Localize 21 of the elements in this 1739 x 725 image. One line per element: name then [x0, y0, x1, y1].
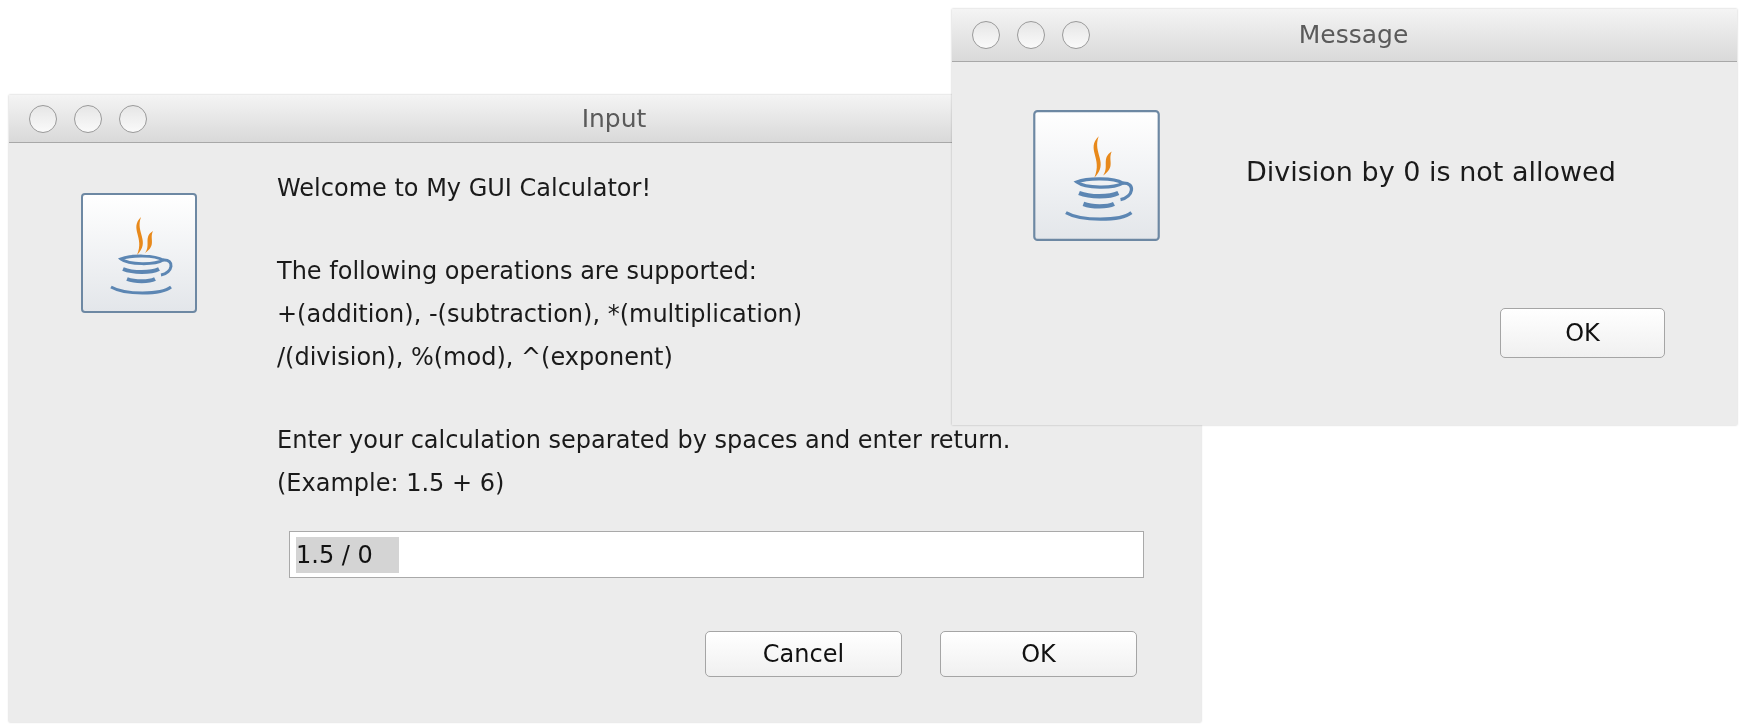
window-title: Input	[580, 102, 648, 135]
window-title: Message	[1297, 19, 1410, 52]
message-text: /(division), %(mod), ^(exponent)	[277, 342, 674, 373]
cup-icon	[81, 193, 197, 313]
message-text: +(addition), -(subtraction), *(multiplication)	[277, 299, 804, 330]
dialog-button[interactable]: OK	[940, 631, 1137, 677]
message-text: Division by 0 is not allowed	[1246, 155, 1616, 189]
message-text: (Example: 1.5 + 6)	[277, 468, 506, 499]
dialog-button[interactable]: Cancel	[705, 631, 902, 677]
window-control[interactable]	[29, 104, 57, 133]
message-text: Enter your calculation separated by spaces and enter return.	[277, 425, 1012, 456]
window-control[interactable]	[1017, 21, 1045, 49]
cup-icon	[1033, 110, 1160, 241]
window-control[interactable]	[972, 21, 1000, 49]
input-field[interactable]: 1.5 / 0	[289, 531, 1144, 578]
window-control[interactable]	[74, 104, 102, 133]
dialog-button[interactable]: OK	[1500, 308, 1665, 358]
window-control[interactable]	[119, 104, 147, 133]
message-text: The following operations are supported:	[277, 256, 758, 287]
window-control[interactable]	[1062, 21, 1090, 49]
message-text: Welcome to My GUI Calculator!	[277, 173, 653, 204]
